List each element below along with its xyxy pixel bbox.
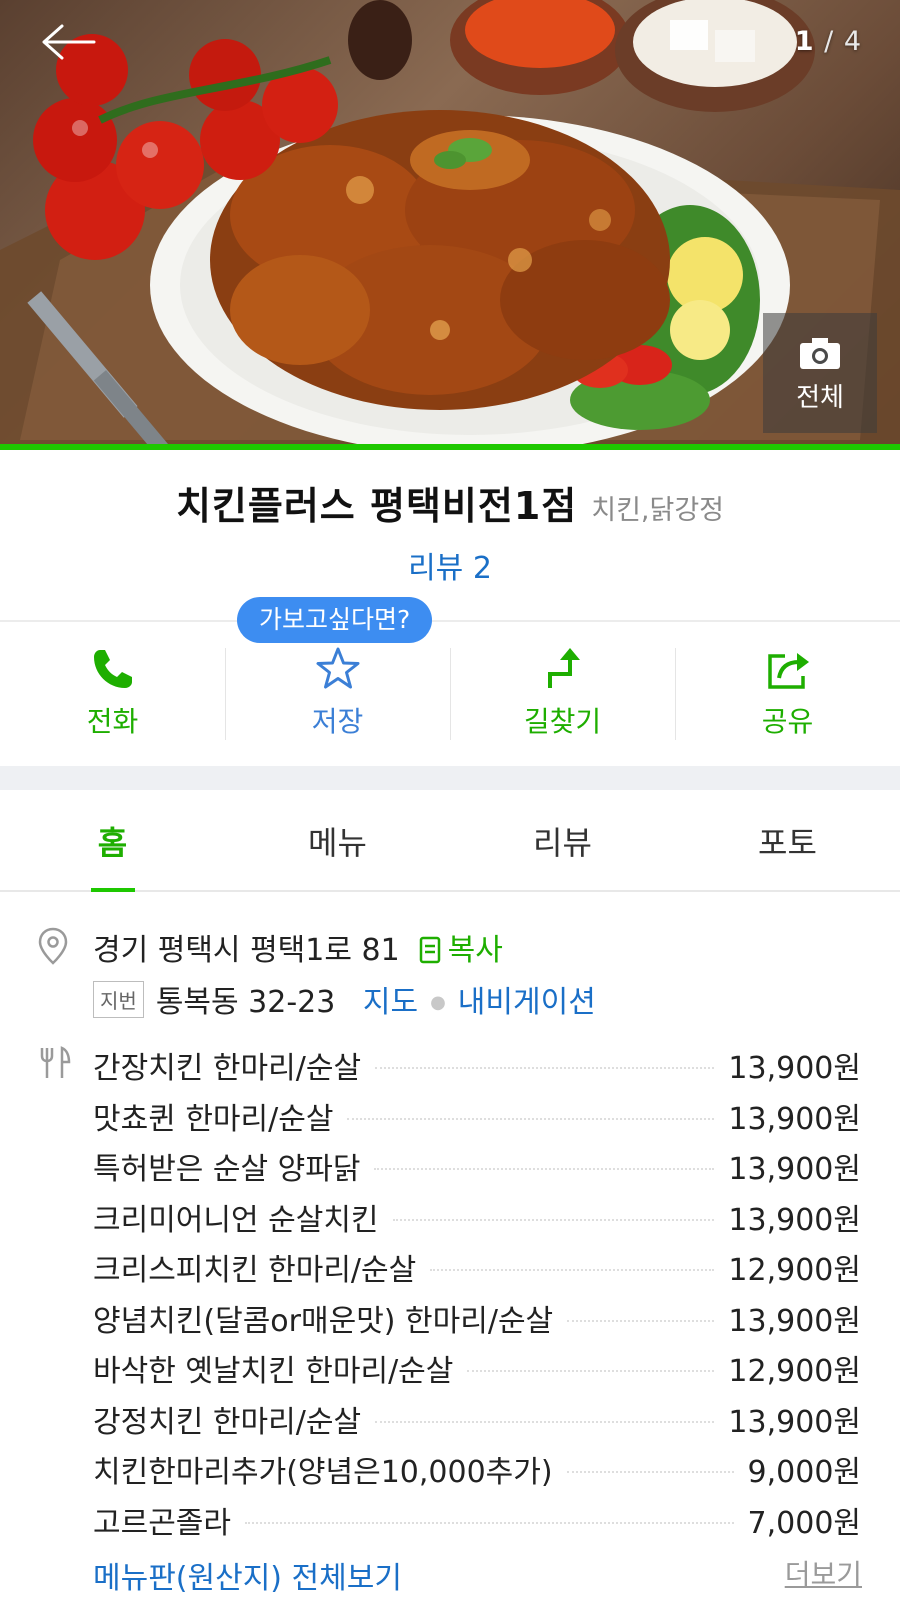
photo-counter-total: 4: [843, 26, 862, 57]
place-category: 치킨,닭강정: [591, 495, 725, 526]
menu-item: 크리미어니언 순살치킨 13,900원: [93, 1192, 861, 1243]
menu-item: 크리스피치킨 한마리/순살 12,900원: [93, 1242, 861, 1293]
dotted-leader: [566, 1471, 734, 1474]
save-tooltip: 가보고싶다면?: [237, 597, 433, 643]
copy-address-button[interactable]: 복사: [418, 933, 503, 968]
phone-icon: [93, 650, 132, 688]
menu-item-price: 13,900원: [728, 1152, 861, 1188]
back-arrow-icon[interactable]: [40, 22, 96, 62]
menu-item-name: 크리미어니언 순살치킨: [93, 1202, 379, 1238]
menu-item-name: 바삭한 옛날치킨 한마리/순살: [93, 1354, 454, 1390]
place-name: 치킨플러스 평택비전1점: [175, 484, 578, 528]
save-label: 저장: [311, 705, 364, 738]
full-menu-link[interactable]: 메뉴판(원산지) 전체보기: [93, 1553, 402, 1597]
menu-item: 양념치킨(달콤or매운맛) 한마리/순살 13,900원: [93, 1293, 861, 1344]
menu-list: 간장치킨 한마리/순살 13,900원 맛쵸퀸 한마리/순살 13,900원 특허받은 …: [93, 1040, 861, 1545]
location-pin-icon: [38, 927, 68, 965]
menu-item: 특허받은 순살 양파닭 13,900원: [93, 1141, 861, 1192]
all-photos-label: 전체: [796, 383, 844, 413]
menu-item-price: 13,900원: [728, 1202, 861, 1238]
all-photos-button[interactable]: 전체: [763, 313, 877, 433]
share-button[interactable]: 공유: [675, 622, 900, 766]
review-count-link[interactable]: 리뷰 2: [0, 543, 900, 587]
call-button[interactable]: 전화: [0, 622, 225, 766]
dotted-leader: [392, 1218, 715, 1221]
menu-item-price: 13,900원: [728, 1051, 861, 1087]
more-link[interactable]: 더보기: [785, 1553, 862, 1593]
dotted-leader: [374, 1168, 715, 1171]
menu-item-name: 특허받은 순살 양파닭: [93, 1152, 361, 1188]
menu-item: 고르곤졸라 7,000원: [93, 1495, 861, 1546]
map-link[interactable]: 지도: [363, 985, 418, 1020]
menu-item-price: 12,900원: [728, 1253, 861, 1289]
camera-icon: [800, 338, 840, 369]
action-bar: 전화 저장 길찾기 공유: [0, 622, 900, 766]
dotted-leader: [347, 1117, 715, 1120]
photo-counter-current: 1: [794, 26, 815, 57]
jibeon-address: 통복동 32-23: [155, 985, 336, 1020]
menu-item: 바삭한 옛날치킨 한마리/순살 12,900원: [93, 1343, 861, 1394]
menu-item: 강정치킨 한마리/순살 13,900원: [93, 1394, 861, 1445]
dotted-leader: [375, 1420, 715, 1423]
place-title: 치킨플러스 평택비전1점 치킨,닭강정: [0, 475, 900, 530]
menu-item-name: 강정치킨 한마리/순살: [93, 1404, 362, 1440]
menu-item: 간장치킨 한마리/순살 13,900원: [93, 1040, 861, 1091]
copy-icon: [419, 936, 440, 964]
dotted-leader: [375, 1067, 715, 1070]
menu-item-price: 9,000원: [747, 1455, 861, 1491]
tab-home[interactable]: 홈: [0, 790, 225, 892]
menu-item-price: 13,900원: [728, 1303, 861, 1339]
star-icon: [316, 647, 359, 689]
copy-label: 복사: [447, 933, 503, 968]
jibeon-address-row: 지번 통복동 32-23 지도 ● 내비게이션: [93, 977, 596, 1021]
fork-knife-icon: [40, 1046, 71, 1078]
menu-item-name: 간장치킨 한마리/순살: [93, 1051, 362, 1087]
directions-label: 길찾기: [523, 705, 602, 738]
menu-item: 맛쵸퀸 한마리/순살 13,900원: [93, 1091, 861, 1142]
dotted-leader: [467, 1370, 715, 1373]
photo-progress-bar: [0, 444, 900, 450]
tab-bar: 홈 메뉴 리뷰 포토: [0, 790, 900, 892]
dotted-leader: [430, 1269, 715, 1272]
menu-item-price: 12,900원: [728, 1354, 861, 1390]
tab-photo[interactable]: 포토: [675, 790, 900, 890]
tab-review[interactable]: 리뷰: [450, 790, 675, 890]
menu-item: 치킨한마리추가(양념은10,000추가) 9,000원: [93, 1444, 861, 1495]
photo-counter-separator: /: [814, 26, 844, 57]
directions-icon: [547, 648, 580, 688]
share-icon: [767, 653, 809, 689]
road-address: 경기 평택시 평택1로 81: [93, 933, 400, 968]
menu-item-name: 크리스피치킨 한마리/순살: [93, 1253, 417, 1289]
menu-item-name: 맛쵸퀸 한마리/순살: [93, 1101, 334, 1137]
menu-item-price: 13,900원: [728, 1404, 861, 1440]
road-address-row: 경기 평택시 평택1로 81 복사: [93, 925, 503, 969]
dotted-leader: [567, 1319, 715, 1322]
menu-item-name: 치킨한마리추가(양념은10,000추가): [93, 1455, 553, 1491]
menu-item-price: 13,900원: [728, 1101, 861, 1137]
dotted-leader: [245, 1521, 734, 1524]
menu-item-name: 고르곤졸라: [93, 1505, 231, 1541]
hero-photo[interactable]: 1 / 4 전체: [0, 0, 900, 447]
separator-dot: ●: [430, 992, 446, 1013]
menu-item-name: 양념치킨(달콤or매운맛) 한마리/순살: [93, 1303, 554, 1339]
save-button[interactable]: 저장: [225, 622, 450, 766]
jibeon-badge: 지번: [93, 981, 144, 1018]
directions-button[interactable]: 길찾기: [450, 622, 675, 766]
section-separator: [0, 766, 900, 790]
tab-menu[interactable]: 메뉴: [225, 790, 450, 890]
navigation-link[interactable]: 내비게이션: [458, 985, 596, 1020]
call-label: 전화: [86, 705, 139, 738]
share-label: 공유: [761, 705, 814, 738]
photo-counter: 1 / 4: [795, 26, 862, 57]
menu-item-price: 7,000원: [747, 1505, 861, 1541]
